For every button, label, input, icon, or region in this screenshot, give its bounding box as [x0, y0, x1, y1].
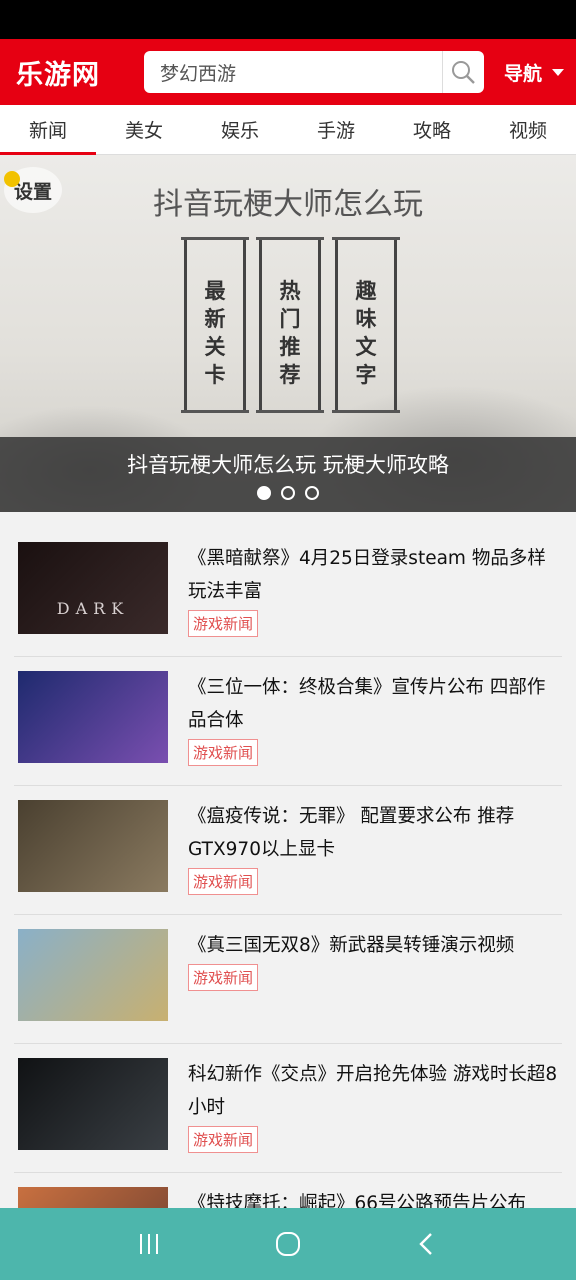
carousel-dot[interactable] — [257, 486, 271, 500]
search-input[interactable]: 梦幻西游 — [144, 59, 442, 86]
nav-menu-button[interactable]: 导航 — [504, 59, 564, 86]
scroll-char: 门 — [279, 306, 301, 331]
search-box[interactable]: 梦幻西游 — [144, 51, 484, 93]
article-list: DARK 《黑暗献祭》4月25日登录steam 物品多样玩法丰富 游戏新闻 《三位一体… — [0, 528, 576, 1280]
list-item[interactable]: 《瘟疫传说：无罪》 配置要求公布 推荐GTX970以上显卡 游戏新闻 — [14, 786, 562, 915]
tab-0[interactable]: 新闻 — [0, 105, 96, 155]
article-title[interactable]: 《瘟疫传说：无罪》 配置要求公布 推荐GTX970以上显卡 — [188, 800, 562, 866]
article-thumbnail — [18, 1058, 168, 1150]
site-logo[interactable]: 乐游网 — [16, 53, 144, 92]
back-button[interactable] — [409, 1226, 445, 1262]
tab-5[interactable]: 视频 — [480, 105, 576, 154]
list-item[interactable]: 科幻新作《交点》开启抢先体验 游戏时长超8小时 游戏新闻 — [14, 1044, 562, 1173]
list-item[interactable]: 《真三国无双8》新武器昊转锤演示视频 游戏新闻 — [14, 915, 562, 1044]
category-tabs: 新闻 美女 娱乐 手游 攻略 视频 — [0, 105, 576, 155]
recent-apps-icon — [140, 1234, 159, 1254]
tab-1[interactable]: 美女 — [96, 105, 192, 154]
scroll-char: 推 — [279, 334, 301, 359]
carousel-dot[interactable] — [305, 486, 319, 500]
article-tag[interactable]: 游戏新闻 — [188, 739, 259, 766]
banner-scroll: 最新关卡 — [181, 237, 249, 413]
article-thumbnail — [18, 671, 168, 763]
scroll-char: 最 — [204, 278, 226, 303]
article-info: 《黑暗献祭》4月25日登录steam 物品多样玩法丰富 游戏新闻 — [188, 542, 562, 642]
scroll-char: 热 — [279, 278, 301, 303]
app-header: 乐游网 梦幻西游 导航 — [0, 39, 576, 105]
scroll-char: 趣 — [355, 278, 377, 303]
scroll-char: 荐 — [279, 362, 301, 387]
scroll-char: 卡 — [204, 362, 226, 387]
article-tag[interactable]: 游戏新闻 — [188, 868, 259, 895]
search-button[interactable] — [441, 51, 484, 93]
thumbnail-text: DARK — [56, 599, 130, 618]
article-info: 科幻新作《交点》开启抢先体验 游戏时长超8小时 游戏新闻 — [188, 1058, 562, 1158]
carousel-dot[interactable] — [281, 486, 295, 500]
list-item[interactable]: DARK 《黑暗献祭》4月25日登录steam 物品多样玩法丰富 游戏新闻 — [14, 528, 562, 657]
scroll-char: 文 — [355, 334, 377, 359]
carousel-dots — [0, 486, 576, 500]
system-nav-bar — [0, 1208, 576, 1280]
scroll-char: 关 — [204, 334, 226, 359]
tab-2[interactable]: 娱乐 — [192, 105, 288, 154]
search-icon — [452, 61, 476, 84]
chevron-down-icon — [552, 68, 564, 76]
article-thumbnail — [18, 800, 168, 892]
banner-caption: 抖音玩梗大师怎么玩 玩梗大师攻略 — [0, 437, 576, 512]
banner-scroll: 趣味文字 — [332, 237, 400, 413]
list-item[interactable]: 《三位一体：终极合集》宣传片公布 四部作品合体 游戏新闻 — [14, 657, 562, 786]
article-title[interactable]: 科幻新作《交点》开启抢先体验 游戏时长超8小时 — [188, 1058, 562, 1124]
article-tag[interactable]: 游戏新闻 — [188, 964, 259, 991]
tab-4[interactable]: 攻略 — [384, 105, 480, 154]
article-tag[interactable]: 游戏新闻 — [188, 1126, 259, 1153]
scroll-char: 字 — [355, 362, 377, 387]
article-info: 《三位一体：终极合集》宣传片公布 四部作品合体 游戏新闻 — [188, 671, 562, 771]
banner-caption-text: 抖音玩梗大师怎么玩 玩梗大师攻略 — [127, 453, 449, 477]
article-thumbnail — [18, 929, 168, 1021]
nav-label: 导航 — [503, 62, 542, 85]
home-button[interactable] — [270, 1226, 306, 1262]
article-title[interactable]: 《黑暗献祭》4月25日登录steam 物品多样玩法丰富 — [188, 542, 562, 608]
article-info: 《瘟疫传说：无罪》 配置要求公布 推荐GTX970以上显卡 游戏新闻 — [188, 800, 562, 900]
banner-carousel[interactable]: 设置 抖音玩梗大师怎么玩 最新关卡热门推荐趣味文字 抖音玩梗大师怎么玩 玩梗大师… — [0, 155, 576, 512]
article-tag[interactable]: 游戏新闻 — [188, 610, 259, 637]
banner-title: 抖音玩梗大师怎么玩 — [153, 187, 423, 222]
article-info: 《真三国无双8》新武器昊转锤演示视频 游戏新闻 — [188, 929, 562, 1029]
banner-scroll: 热门推荐 — [256, 237, 324, 413]
status-bar — [0, 0, 576, 39]
home-icon — [275, 1232, 300, 1256]
article-title[interactable]: 《真三国无双8》新武器昊转锤演示视频 — [188, 929, 562, 962]
scroll-char: 味 — [355, 306, 377, 331]
scroll-char: 新 — [204, 306, 226, 331]
article-title[interactable]: 《三位一体：终极合集》宣传片公布 四部作品合体 — [188, 671, 562, 737]
back-icon — [418, 1233, 432, 1255]
tab-3[interactable]: 手游 — [288, 105, 384, 154]
article-thumbnail: DARK — [18, 542, 168, 634]
recent-apps-button[interactable] — [131, 1226, 167, 1262]
